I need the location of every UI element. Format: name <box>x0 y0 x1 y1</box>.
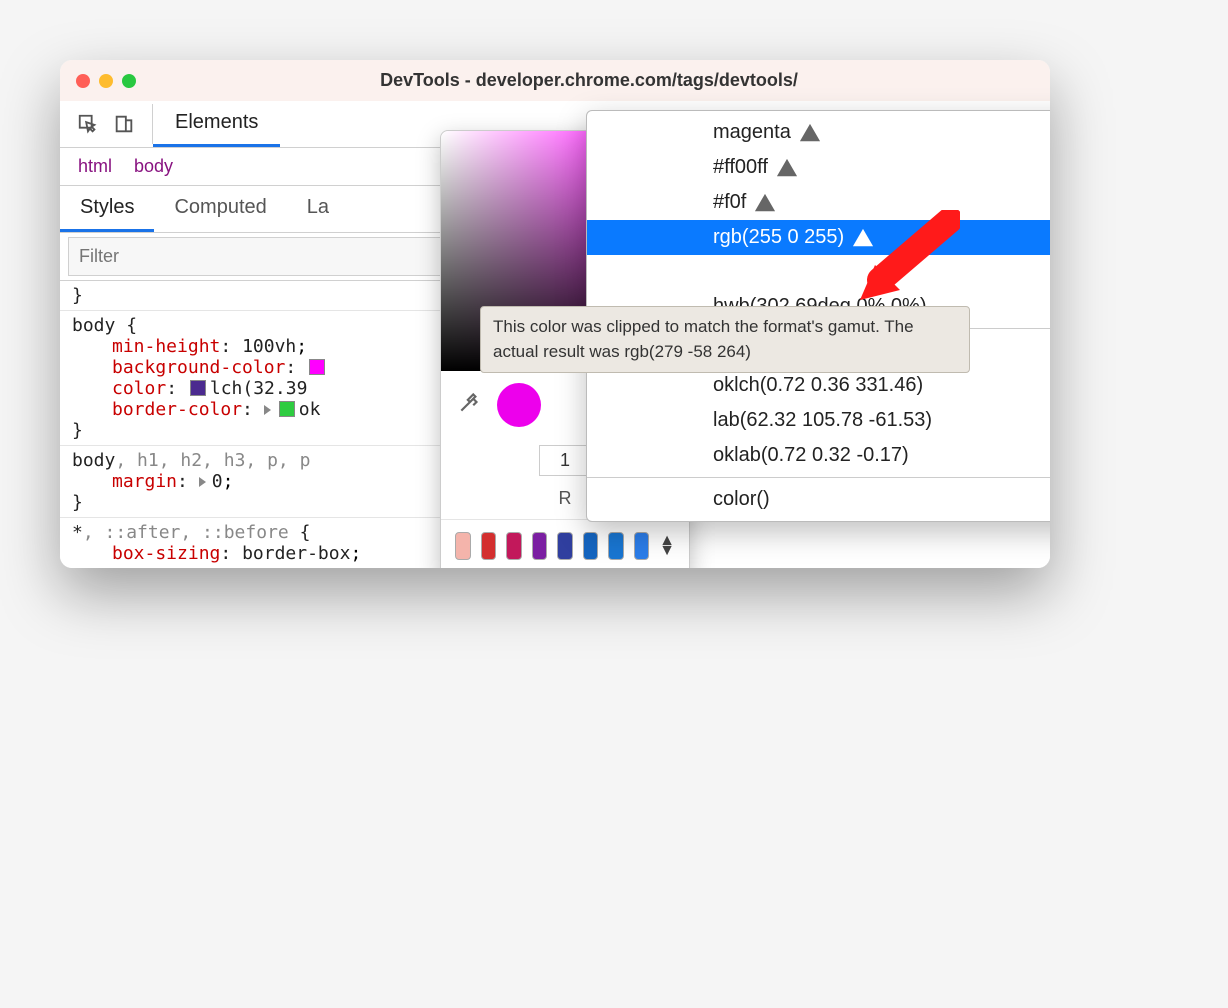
palette-swatch[interactable] <box>634 532 650 560</box>
inspect-element-icon[interactable] <box>76 112 100 136</box>
format-item-hex6[interactable]: #ff00ff <box>587 150 1050 185</box>
warning-icon <box>799 122 821 144</box>
color-swatch-icon[interactable] <box>190 380 206 396</box>
palette-swatch[interactable] <box>506 532 522 560</box>
gamut-clip-tooltip: This color was clipped to match the form… <box>480 306 970 373</box>
warning-icon <box>754 192 776 214</box>
format-item-rgb[interactable]: rgb(255 0 255) <box>587 220 1050 255</box>
devtools-window: DevTools - developer.chrome.com/tags/dev… <box>60 60 1050 568</box>
color-swatch-icon[interactable] <box>279 401 295 417</box>
current-color-swatch[interactable] <box>497 383 541 427</box>
format-item-oklab[interactable]: oklab(0.72 0.32 -0.17) <box>587 438 1050 473</box>
palette-swatch[interactable] <box>608 532 624 560</box>
palette-stepper-icon[interactable]: ▲▼ <box>659 536 675 556</box>
format-item-magenta[interactable]: magenta <box>587 115 1050 150</box>
breadcrumb-body[interactable]: body <box>126 154 181 179</box>
panel-tabs: Elements <box>153 101 280 147</box>
palette-swatch[interactable] <box>481 532 497 560</box>
format-item-color-fn[interactable]: color() <box>587 482 1050 517</box>
alpha-value[interactable]: 1 <box>539 445 591 476</box>
color-palette: ▲▼ <box>441 519 689 568</box>
color-swatch-icon[interactable] <box>309 359 325 375</box>
close-window-button[interactable] <box>76 74 90 88</box>
device-toolbar-icon[interactable] <box>112 112 136 136</box>
layout-tab[interactable]: La <box>287 186 349 232</box>
palette-swatch[interactable] <box>583 532 599 560</box>
zoom-window-button[interactable] <box>122 74 136 88</box>
palette-swatch[interactable] <box>532 532 548 560</box>
titlebar: DevTools - developer.chrome.com/tags/dev… <box>60 60 1050 101</box>
eyedropper-icon[interactable] <box>457 389 483 421</box>
format-item-hex3[interactable]: #f0f <box>587 185 1050 220</box>
expand-triangle-icon[interactable] <box>199 477 206 487</box>
annotation-arrow-icon <box>850 210 960 310</box>
palette-swatch[interactable] <box>455 532 471 560</box>
warning-icon <box>776 157 798 179</box>
minimize-window-button[interactable] <box>99 74 113 88</box>
format-item-lab[interactable]: lab(62.32 105.78 -61.53) <box>587 403 1050 438</box>
breadcrumb-html[interactable]: html <box>70 154 120 179</box>
selector-body[interactable]: body <box>72 315 115 336</box>
traffic-lights <box>76 74 136 88</box>
elements-tab[interactable]: Elements <box>153 101 280 147</box>
window-title: DevTools - developer.chrome.com/tags/dev… <box>144 70 1034 91</box>
computed-tab[interactable]: Computed <box>154 186 286 232</box>
format-item-oklch[interactable]: oklch(0.72 0.36 331.46) <box>587 368 1050 403</box>
styles-tab[interactable]: Styles <box>60 186 154 232</box>
expand-triangle-icon[interactable] <box>264 405 271 415</box>
palette-swatch[interactable] <box>557 532 573 560</box>
